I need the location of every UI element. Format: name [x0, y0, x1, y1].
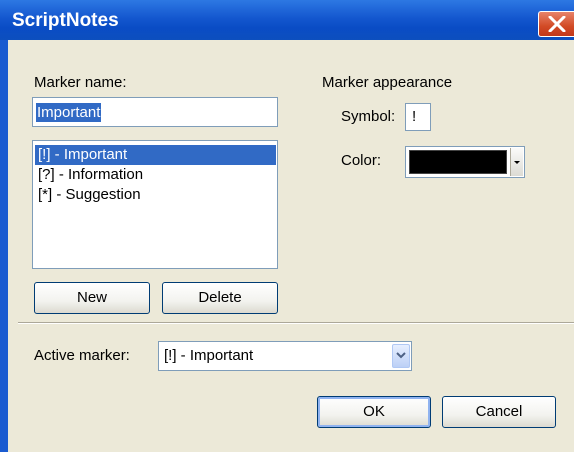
- list-item-label: [!] - Important: [38, 146, 128, 163]
- scriptnotes-dialog: ScriptNotes Marker name: Important [!] -…: [0, 0, 574, 452]
- active-marker-label: Active marker:: [34, 347, 130, 364]
- active-marker-select[interactable]: [!] - Important: [158, 341, 412, 371]
- color-label: Color:: [341, 152, 382, 169]
- close-icon: [548, 16, 566, 32]
- new-button-label: New: [76, 289, 107, 306]
- color-picker[interactable]: [405, 146, 525, 178]
- chevron-down-icon: [396, 352, 406, 359]
- title-bar[interactable]: ScriptNotes: [0, 0, 574, 40]
- cancel-button[interactable]: Cancel: [442, 396, 556, 428]
- list-item[interactable]: [?] - Information: [35, 165, 143, 185]
- window-title: ScriptNotes: [12, 10, 119, 31]
- symbol-input[interactable]: !: [405, 103, 431, 131]
- chevron-down-icon: [514, 161, 520, 164]
- cancel-button-label: Cancel: [475, 403, 523, 420]
- divider: [18, 322, 574, 324]
- ok-button-label: OK: [363, 403, 385, 420]
- ok-button[interactable]: OK: [317, 396, 431, 428]
- color-dropdown-button[interactable]: [510, 148, 523, 176]
- delete-button-label: Delete: [198, 289, 242, 306]
- list-item-label: [*] - Suggestion: [38, 186, 141, 203]
- marker-name-input[interactable]: Important: [32, 97, 278, 127]
- marker-name-value: Important: [36, 103, 102, 122]
- active-marker-dropdown-button[interactable]: [392, 344, 410, 368]
- active-marker-value: [!] - Important: [164, 347, 254, 364]
- color-swatch: [409, 150, 507, 174]
- list-item-label: [?] - Information: [38, 166, 144, 183]
- list-item[interactable]: [*] - Suggestion: [35, 185, 141, 205]
- symbol-value: !: [412, 108, 417, 125]
- marker-name-label: Marker name:: [34, 74, 127, 91]
- close-button[interactable]: [538, 11, 574, 37]
- delete-button[interactable]: Delete: [162, 282, 278, 314]
- window-border-left: [0, 40, 8, 452]
- symbol-label: Symbol:: [341, 108, 396, 125]
- marker-list[interactable]: [!] - Important [?] - Information [*] - …: [32, 140, 278, 269]
- new-button[interactable]: New: [34, 282, 150, 314]
- marker-appearance-heading: Marker appearance: [322, 74, 453, 91]
- list-item[interactable]: [!] - Important: [35, 145, 276, 165]
